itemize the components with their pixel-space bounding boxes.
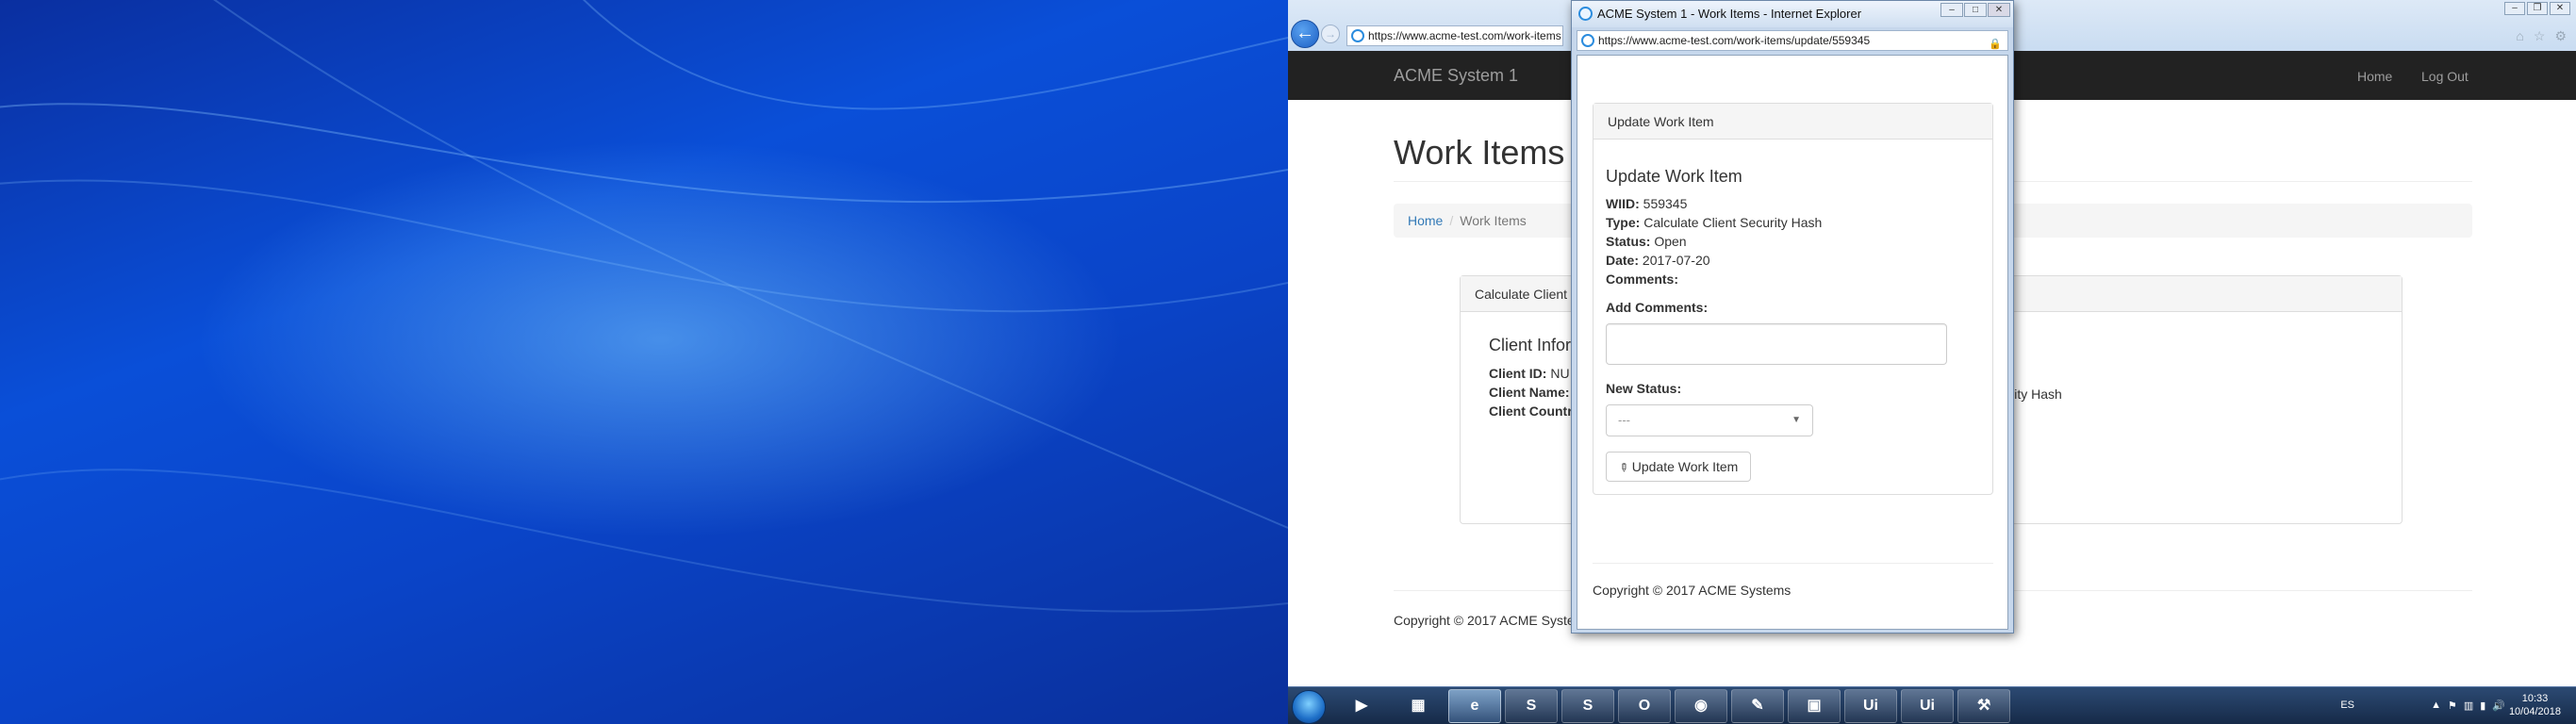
new-status-label: New Status:	[1606, 381, 1682, 396]
breadcrumb-separator: /	[1449, 213, 1454, 228]
media-player-icon[interactable]: ▶	[1335, 689, 1388, 723]
start-button-icon[interactable]	[1292, 690, 1326, 724]
client-name-row: Client Name:	[1489, 385, 1570, 400]
chevron-down-icon: ▼	[1792, 415, 1801, 425]
show-hidden-icons-icon[interactable]: ▲	[2431, 699, 2441, 712]
home-icon[interactable]: ⌂	[2516, 28, 2523, 44]
status-row: Status: Open	[1606, 234, 1687, 249]
client-id-row: Client ID: NU	[1489, 366, 1570, 381]
terminal-icon[interactable]: ▣	[1788, 689, 1841, 723]
settings-gear-icon[interactable]: ⚙	[2554, 28, 2567, 44]
restore-icon[interactable]: ❐	[2527, 2, 2548, 15]
page-footer: Copyright © 2017 ACME Syste	[1394, 613, 1575, 628]
wallpaper-swirls	[0, 0, 1288, 613]
clock-time: 10:33	[2521, 693, 2549, 704]
ie-logo-icon	[1578, 7, 1593, 21]
nav-logout-link[interactable]: Log Out	[2421, 69, 2469, 84]
secondary-screen: ← → https://www.acme-test.com/work-items…	[1288, 0, 2576, 724]
close-icon[interactable]: ✕	[1988, 3, 2010, 17]
close-icon[interactable]: ✕	[2550, 2, 2570, 15]
popup-address-bar[interactable]: https://www.acme-test.com/work-items/upd…	[1577, 30, 2008, 51]
ie-favicon-icon	[1581, 34, 1594, 47]
minimize-icon[interactable]: –	[1940, 3, 1963, 17]
popup-titlebar[interactable]: ACME System 1 - Work Items - Internet Ex…	[1572, 1, 2013, 27]
add-comments-label: Add Comments:	[1606, 300, 1709, 315]
breadcrumb-home-link[interactable]: Home	[1408, 213, 1443, 228]
language-indicator[interactable]: ES	[2340, 699, 2354, 711]
tool-icon[interactable]: ⚒	[1957, 689, 2010, 723]
nav-home-link[interactable]: Home	[2357, 69, 2392, 84]
update-work-item-button[interactable]: ✎Update Work Item	[1606, 452, 1751, 482]
clock-date: 10/04/2018	[2508, 706, 2561, 717]
chrome-icon[interactable]: ◉	[1675, 689, 1727, 723]
address-bar[interactable]: https://www.acme-test.com/work-items	[1346, 25, 1563, 46]
comments-row: Comments:	[1606, 272, 1679, 287]
popup-address-text: https://www.acme-test.com/work-items/upd…	[1598, 34, 1871, 47]
forward-arrow-icon[interactable]: →	[1321, 25, 1340, 43]
uipath-studio-icon[interactable]: Ui	[1844, 689, 1897, 723]
breadcrumb-current: Work Items	[1460, 213, 1527, 228]
notepad-plus-icon[interactable]: ✎	[1731, 689, 1784, 723]
popup-window: ACME System 1 - Work Items - Internet Ex…	[1571, 0, 2014, 634]
add-comments-textarea[interactable]	[1606, 323, 1947, 365]
new-status-select[interactable]: --- ▼	[1606, 404, 1813, 436]
address-text: https://www.acme-test.com/work-items	[1368, 29, 1561, 42]
system-tray-icons: ▲ ⚑ ▥ ▮ 🔊	[2431, 699, 2505, 712]
window-controls: – ❐ ✕	[2504, 2, 2570, 15]
popup-window-title: ACME System 1 - Work Items - Internet Ex…	[1597, 7, 1862, 21]
form-title: Update Work Item	[1606, 167, 1742, 186]
volume-icon[interactable]: 🔊	[2492, 699, 2505, 712]
browser-tool-icons: ⌂ ☆ ⚙	[2516, 28, 2567, 44]
outlook-icon[interactable]: O	[1618, 689, 1671, 723]
popup-footer-divider	[1593, 563, 1993, 564]
file-explorer-icon[interactable]: ▦	[1392, 689, 1445, 723]
popup-window-controls: – □ ✕	[1940, 3, 2010, 17]
wiid-row: WIID: 559345	[1606, 196, 1688, 211]
popup-footer: Copyright © 2017 ACME Systems	[1593, 583, 1792, 598]
network-icon[interactable]: ▥	[2464, 699, 2473, 712]
skype-icon[interactable]: S	[1505, 689, 1558, 723]
client-country-row: Client Countr	[1489, 403, 1573, 419]
battery-icon[interactable]: ▮	[2480, 699, 2485, 712]
ie-favicon-icon	[1351, 29, 1364, 42]
internet-explorer-icon[interactable]: e	[1448, 689, 1501, 723]
action-center-flag-icon[interactable]: ⚑	[2448, 699, 2457, 712]
uipath-robot-icon[interactable]: Ui	[1901, 689, 1954, 723]
clock[interactable]: 10:33 10/04/2018	[2509, 692, 2561, 718]
minimize-icon[interactable]: –	[2504, 2, 2525, 15]
section-title: Client Infor	[1489, 336, 1572, 354]
lock-icon: 🔒	[1989, 39, 2002, 50]
type-row: Type: Calculate Client Security Hash	[1606, 215, 1823, 230]
maximize-icon[interactable]: □	[1964, 3, 1987, 17]
skype-business-icon[interactable]: S	[1561, 689, 1614, 723]
popup-page: Update Work Item Update Work Item WIID: …	[1577, 55, 2008, 630]
taskbar: ▶ ▦ e S S O ◉ ✎ ▣ Ui Ui ⚒ ES ▲ ⚑ ▥ ▮ 🔊 1…	[1288, 686, 2576, 724]
date-row: Date: 2017-07-20	[1606, 253, 1710, 268]
update-button-label: Update Work Item	[1631, 459, 1739, 474]
page-title: Work Items	[1394, 133, 1565, 172]
back-arrow-icon[interactable]: ←	[1291, 20, 1319, 48]
favorites-star-icon[interactable]: ☆	[2534, 28, 2546, 44]
site-brand[interactable]: ACME System 1	[1394, 66, 1518, 86]
update-panel-heading: Update Work Item	[1593, 104, 1992, 140]
desktop-wallpaper	[0, 0, 1288, 724]
new-status-value: ---	[1618, 413, 1630, 427]
